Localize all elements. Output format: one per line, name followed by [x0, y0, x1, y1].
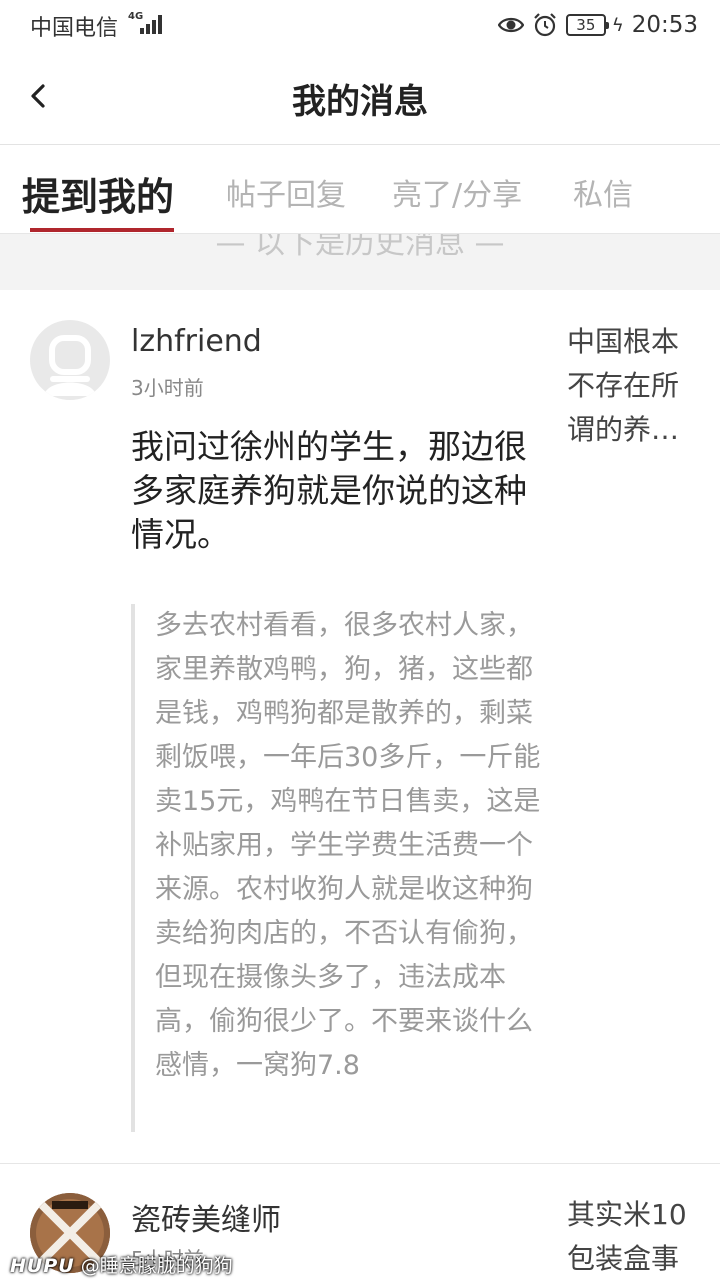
tab-post-replies[interactable]: 帖子回复 — [226, 170, 346, 214]
tab-likes-shares[interactable]: 亮了/分享 — [392, 170, 522, 214]
status-icons: 35 ϟ 20:53 — [497, 8, 698, 42]
tab-private-messages[interactable]: 私信 — [573, 170, 633, 214]
charging-icon: ϟ — [611, 14, 624, 36]
timestamp: 3小时前 — [131, 376, 204, 400]
app-header: 我的消息 — [0, 50, 720, 145]
message-content[interactable]: 我问过徐州的学生，那边很多家庭养狗就是你说的这种情况。 — [131, 425, 551, 557]
original-post-preview[interactable]: 其实米10包装盒事 — [567, 1193, 697, 1280]
avatar[interactable] — [30, 320, 110, 400]
watermark-brand: HUPU — [10, 1255, 75, 1277]
original-post-preview[interactable]: 中国根本不存在所谓的养… — [567, 320, 697, 452]
history-divider-label: — 以下是历史消息 — — [215, 234, 505, 261]
message-item[interactable]: lzhfriend 3小时前 我问过徐州的学生，那边很多家庭养狗就是你说的这种情… — [0, 290, 720, 1164]
image-watermark: HUPU @睡意朦胧的狗狗 — [10, 1251, 233, 1278]
quoted-post-text: 多去农村看看，很多农村人家，家里养散鸡鸭，狗，猪，这些都是钱，鸡鸭狗都是散养的，… — [155, 610, 541, 1081]
alarm-icon — [534, 13, 556, 37]
quoted-post[interactable]: 多去农村看看，很多农村人家，家里养散鸡鸭，狗，猪，这些都是钱，鸡鸭狗都是散养的，… — [131, 604, 551, 1132]
default-user-icon — [44, 335, 96, 396]
username[interactable]: 瓷砖美缝师 — [131, 1195, 281, 1239]
message-tabs: 提到我的 帖子回复 亮了/分享 私信 — [0, 146, 720, 234]
active-tab-indicator — [30, 228, 174, 232]
battery-icon: 35 — [565, 14, 609, 36]
eye-icon — [497, 17, 524, 33]
carrier-label: 中国电信 — [30, 16, 119, 41]
tab-mentions[interactable]: 提到我的 — [22, 166, 174, 221]
page-title: 我的消息 — [292, 82, 428, 122]
status-bar: 中国电信 4G 35 ϟ 20:53 — [0, 0, 720, 50]
history-divider: — 以下是历史消息 — — [0, 234, 720, 290]
messages-screen: 中国电信 4G 35 ϟ 20:53 我的消息 提到我的 帖子回复 亮了/分享 … — [0, 0, 720, 1280]
username[interactable]: lzhfriend — [131, 324, 262, 359]
watermark-handle: @睡意朦胧的狗狗 — [80, 1255, 233, 1277]
clock-time: 20:53 — [631, 12, 698, 38]
signal-icon — [140, 14, 166, 34]
